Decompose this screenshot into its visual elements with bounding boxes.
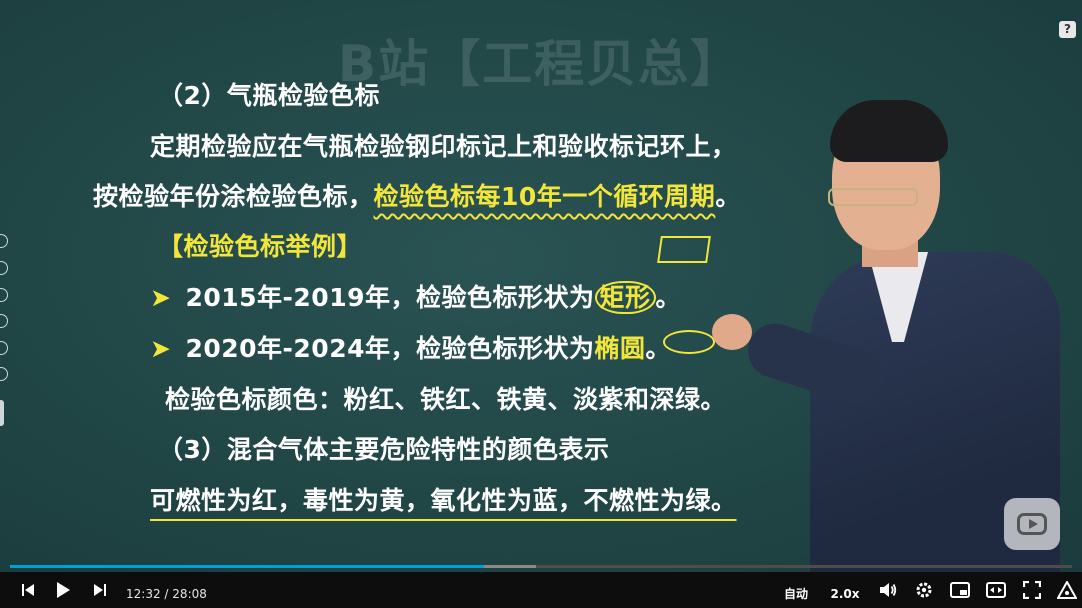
- prev-icon[interactable]: [18, 572, 38, 608]
- example-item-rect: ➤ 2015年-2019年，检验色标形状为 矩形。: [150, 278, 681, 314]
- drawn-ellipse-annotation: [663, 330, 715, 354]
- slide-line-2: 定期检验应在气瓶检验钢印标记上和验收标记环上，: [150, 132, 737, 161]
- next-icon[interactable]: [90, 572, 110, 608]
- danmaku-icon[interactable]: [1056, 572, 1078, 608]
- side-circle-icon[interactable]: [0, 234, 8, 248]
- example-item-ellipse: ➤ 2020年-2024年，检验色标形状为椭圆。: [150, 329, 671, 365]
- bullet-arrow-icon: ➤: [150, 334, 172, 363]
- side-circle-icon[interactable]: [0, 367, 8, 381]
- shape-ellipse-text: 椭圆: [594, 334, 646, 363]
- hazard-colors-line: 可燃性为红，毒性为黄，氧化性为蓝，不燃性为绿。: [150, 486, 737, 515]
- example-item-rect-period: 。: [655, 283, 682, 312]
- highlight-cycle-text: 检验色标每10年一个循环周期: [373, 182, 716, 211]
- presenter-hand: [712, 314, 752, 350]
- quality-button[interactable]: 自动: [780, 572, 812, 608]
- pip-icon[interactable]: [950, 572, 970, 608]
- help-icon[interactable]: ?: [1059, 21, 1076, 38]
- control-bar: 12:32 / 28:08 自动 2.0x: [0, 572, 1082, 608]
- current-time: 12:32: [126, 587, 161, 601]
- side-handle[interactable]: [0, 400, 4, 426]
- tv-play-icon: [1017, 513, 1047, 535]
- slide-line-3-period: 。: [715, 182, 741, 211]
- play-icon[interactable]: [52, 572, 74, 608]
- side-circle-icon[interactable]: [0, 341, 8, 355]
- side-circle-icon[interactable]: [0, 261, 8, 275]
- time-display: 12:32 / 28:08: [126, 572, 207, 608]
- example-item-rect-text: 2015年-2019年，检验色标形状为: [185, 283, 595, 312]
- time-separator: /: [164, 587, 169, 601]
- video-player: B站【工程贝总】 （2）气瓶检验色标 定期检验应在气瓶检验钢印标记上和验收标记环…: [0, 0, 1082, 608]
- bilibili-tv-icon[interactable]: [1004, 498, 1060, 550]
- presenter-glasses: [828, 188, 918, 206]
- progress-played: [10, 565, 484, 568]
- side-check-icon[interactable]: [0, 288, 8, 302]
- video-frame[interactable]: B站【工程贝总】 （2）气瓶检验色标 定期检验应在气瓶检验钢印标记上和验收标记环…: [0, 0, 1082, 572]
- speed-button[interactable]: 2.0x: [828, 572, 862, 608]
- shape-rect-text: 矩形: [594, 281, 656, 314]
- example-heading: 【检验色标举例】: [158, 232, 363, 261]
- progress-bar[interactable]: [10, 565, 1072, 568]
- slide-heading-3: （3）混合气体主要危险特性的颜色表示: [158, 435, 610, 464]
- widescreen-icon[interactable]: [986, 572, 1006, 608]
- fullscreen-icon[interactable]: [1022, 572, 1042, 608]
- slide-line-3-text: 按检验年份涂检验色标，: [93, 182, 374, 211]
- color-list-line: 检验色标颜色：粉红、铁红、铁黄、淡紫和深绿。: [165, 385, 727, 414]
- watermark: B站【工程贝总】: [338, 35, 743, 93]
- volume-icon[interactable]: [878, 572, 898, 608]
- slide-heading-2: （2）气瓶检验色标: [158, 81, 380, 110]
- bullet-arrow-icon: ➤: [150, 283, 172, 312]
- presenter-hair: [830, 100, 948, 162]
- slide-line-3: 按检验年份涂检验色标，检验色标每10年一个循环周期。: [93, 177, 741, 213]
- side-circle-icon[interactable]: [0, 314, 8, 328]
- duration: 28:08: [172, 587, 207, 601]
- example-item-ellipse-text: 2020年-2024年，检验色标形状为: [185, 334, 595, 363]
- settings-icon[interactable]: [914, 572, 934, 608]
- drawn-rectangle-annotation: [657, 236, 711, 263]
